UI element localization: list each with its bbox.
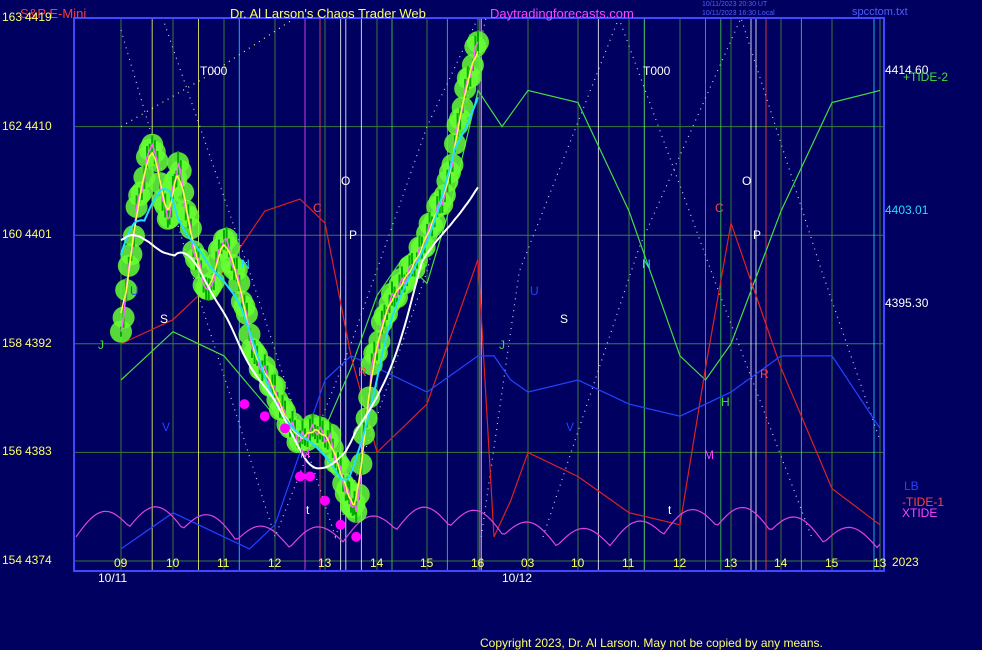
low-marker: [351, 531, 362, 542]
annotation-15: P: [753, 228, 762, 242]
x-tick-hour-7: 16: [471, 556, 485, 570]
annotation-3: P: [349, 228, 358, 242]
low-marker: [259, 411, 270, 422]
y-tick-price-3: 4392: [25, 335, 52, 350]
y-tick-small-3: 158: [2, 335, 23, 350]
right-series-label-1: LB: [904, 479, 919, 493]
x-tick-hour-9: 10: [571, 556, 585, 570]
annotation-7: U: [130, 284, 139, 298]
x-tick-hour-12: 13: [724, 556, 738, 570]
y-tick-price-4: 4383: [25, 444, 52, 459]
annotation-24: R: [760, 367, 769, 381]
x-tick-hour-15: 13: [873, 556, 887, 570]
site-title: Dr. Al Larson's Chaos Trader Web: [230, 6, 426, 21]
right-series-label-3: XTIDE: [902, 506, 938, 520]
x-tick-hour-1: 10: [166, 556, 180, 570]
copyright: Copyright 2023, Dr. Al Larson. May not b…: [480, 636, 823, 650]
y-tick-small-0: 163: [2, 10, 23, 24]
timestamp-local: 10/11/2023 16:30 Local: [702, 10, 775, 17]
y-tick-small-1: 162: [2, 118, 23, 133]
timestamp-ut: 10/11/2023 20:30 UT: [702, 1, 768, 8]
annotation-2: O: [341, 174, 351, 188]
annotation-23: M: [704, 448, 714, 462]
annotation-22: t: [668, 503, 672, 517]
y-tick-small-4: 156: [2, 444, 23, 459]
right-series-label-0: +TIDE-2: [903, 70, 949, 84]
low-marker: [335, 519, 346, 530]
price-chart: [0, 0, 982, 650]
low-marker: [280, 423, 290, 434]
annotation-4: C: [313, 201, 322, 215]
y-tick-price-5: 4374: [25, 553, 52, 567]
x-tick-hour-0: 09: [114, 556, 128, 570]
y-tick-price-0: 4419: [25, 10, 52, 24]
x-tick-hour-6: 15: [420, 556, 434, 570]
x-date-1: 10/11: [98, 571, 128, 585]
x-date-2: 10/12: [502, 571, 533, 585]
x-tick-hour-3: 12: [268, 556, 282, 570]
annotation-8: S: [160, 312, 169, 326]
annotation-11: M: [300, 447, 310, 461]
x-tick-hour-13: 14: [774, 556, 788, 570]
data-file-name: spcctom.txt: [852, 6, 908, 18]
annotation-1: T000: [643, 64, 671, 78]
y-tick-small-2: 160: [2, 227, 23, 242]
annotation-16: C: [715, 201, 724, 215]
annotation-13: H: [721, 395, 730, 409]
right-price-2: 4395.30: [885, 295, 929, 310]
annotation-21: V: [566, 420, 575, 434]
annotation-14: O: [742, 174, 752, 188]
x-tick-hour-10: 11: [622, 556, 635, 570]
y-tick-price-2: 4401: [25, 227, 52, 242]
x-tick-hour-8: 03: [521, 556, 535, 570]
annotation-12: R: [358, 365, 367, 379]
x-tick-hour-11: 12: [673, 556, 687, 570]
annotation-19: U: [530, 284, 539, 298]
x-tick-hour-4: 13: [318, 556, 332, 570]
low-marker: [239, 399, 250, 410]
annotation-18: J: [499, 338, 505, 352]
y-tick-price-1: 4410: [25, 118, 52, 133]
annotation-10: t: [306, 503, 310, 517]
annotation-0: T000: [200, 64, 228, 78]
annotation-9: V: [162, 420, 171, 434]
site-link[interactable]: Daytradingforecasts.com: [490, 6, 634, 21]
right-series-label-4: 2023: [892, 555, 919, 569]
x-tick-hour-5: 14: [370, 556, 384, 570]
x-tick-hour-2: 11: [217, 556, 230, 570]
annotation-6: J: [98, 338, 104, 352]
low-marker: [320, 495, 330, 506]
right-price-1: 4403.01: [885, 202, 929, 217]
x-tick-hour-14: 15: [825, 556, 839, 570]
annotation-20: S: [560, 312, 569, 326]
low-marker: [295, 471, 305, 482]
annotation-17: N: [642, 257, 651, 271]
annotation-5: N: [241, 257, 250, 271]
y-tick-small-5: 154: [2, 553, 23, 567]
low-marker: [305, 471, 315, 482]
